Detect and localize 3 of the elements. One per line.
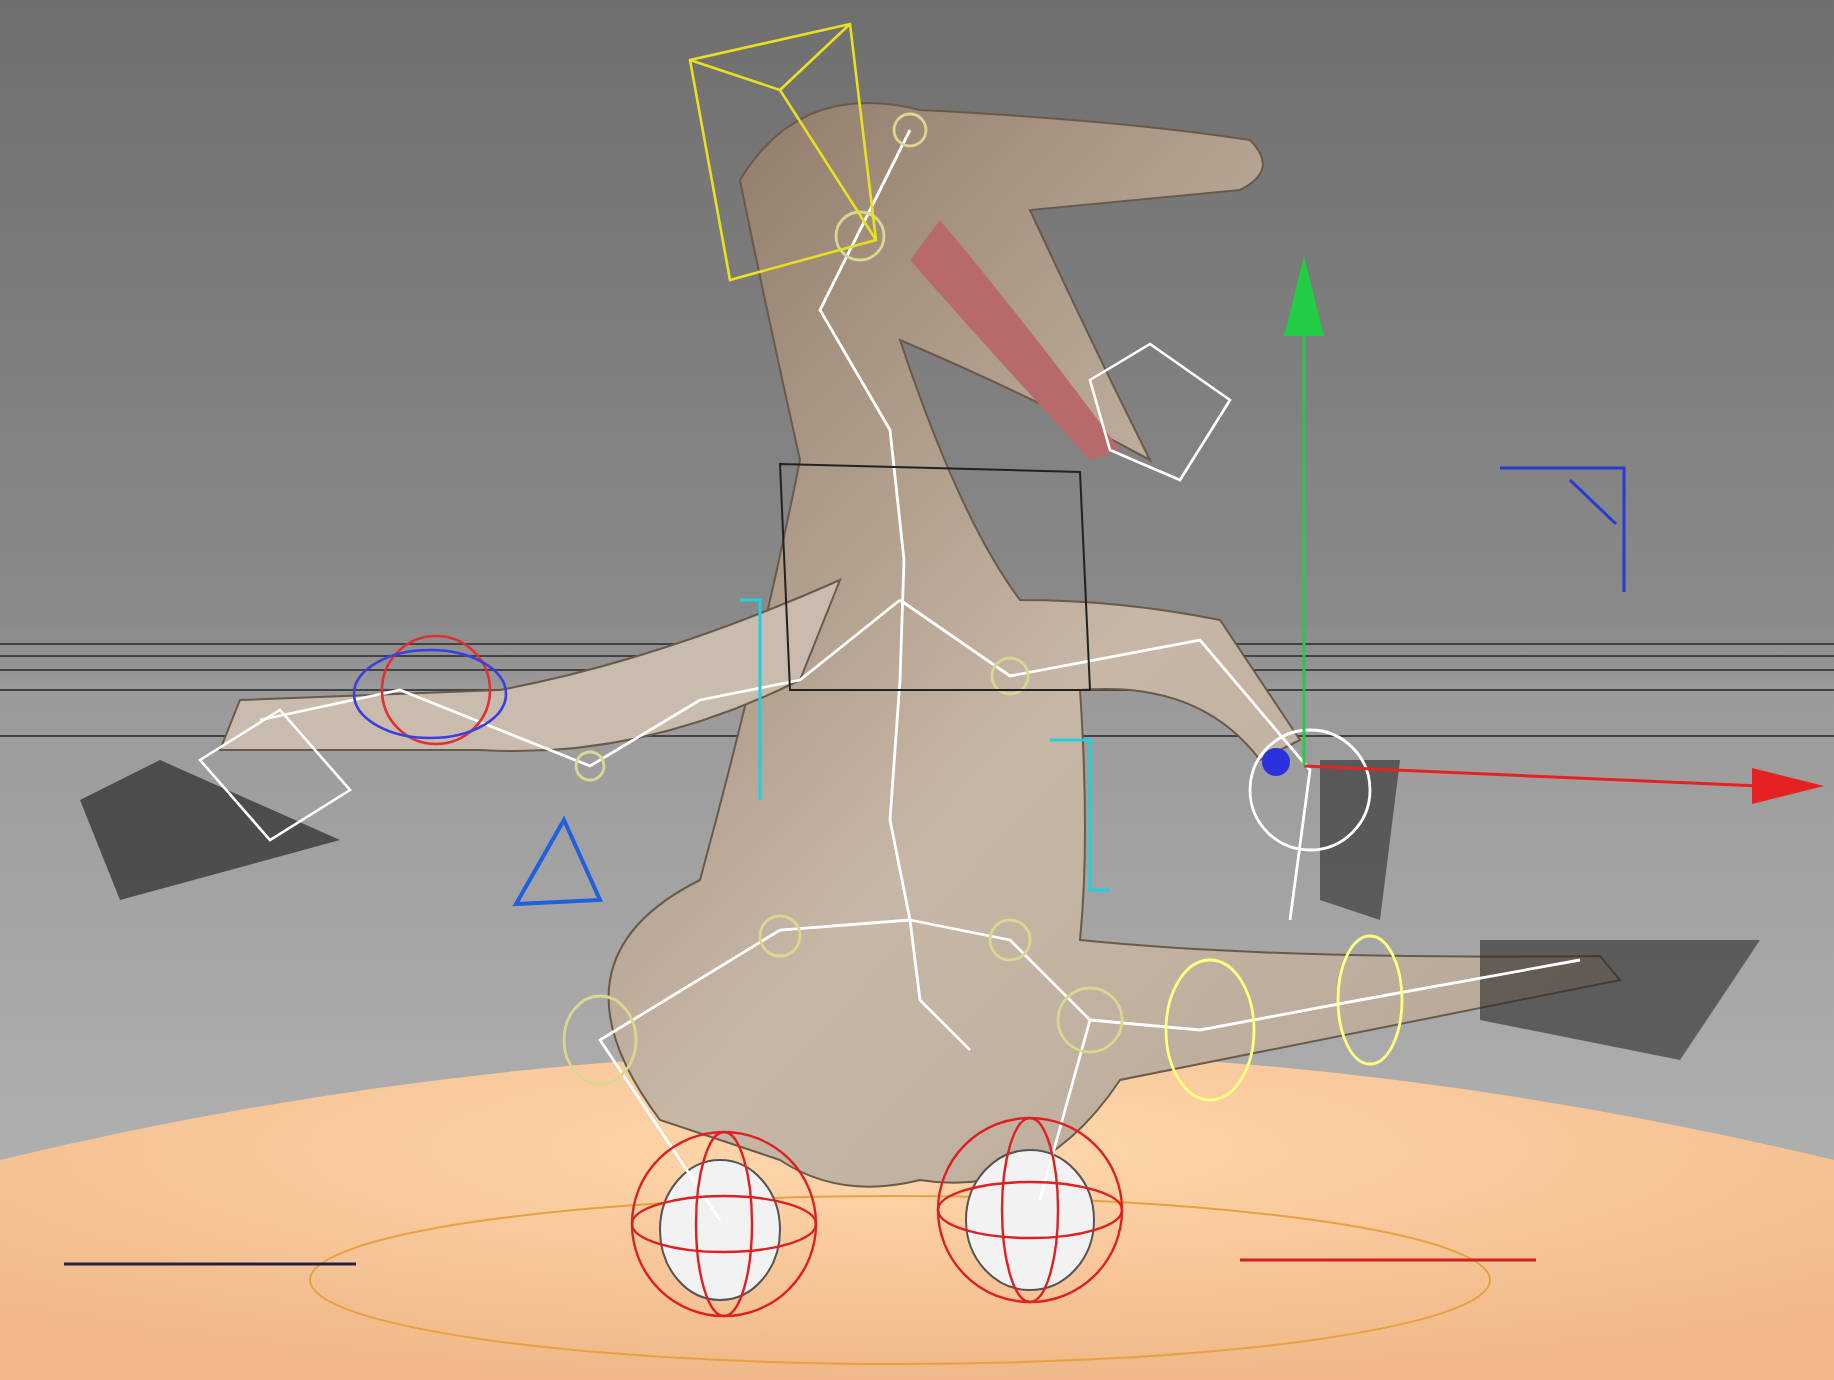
gizmo-center-handle[interactable]	[1262, 748, 1290, 776]
axis-arrow[interactable]	[1303, 764, 1824, 804]
axis-arrow[interactable]	[1284, 256, 1324, 766]
